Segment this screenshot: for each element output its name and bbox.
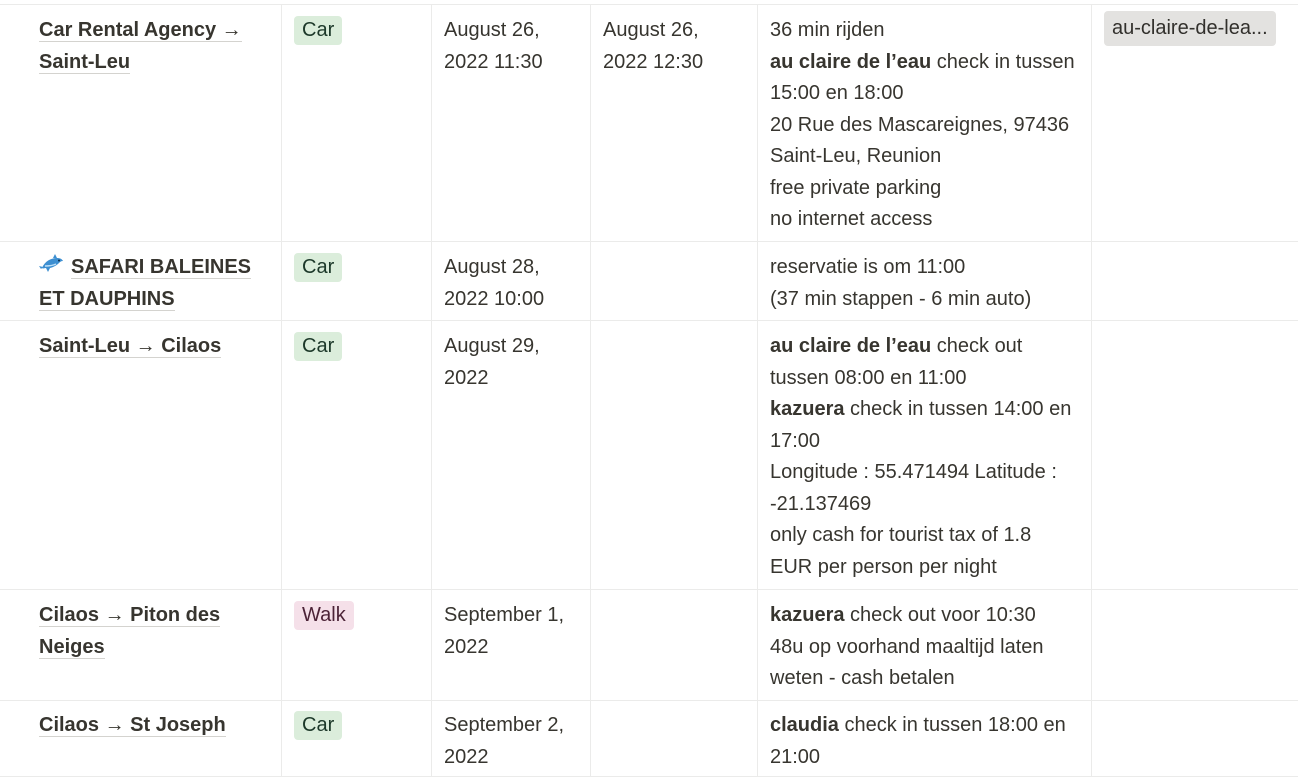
start-date: August 26, 2022 11:30 [444, 19, 543, 73]
itinerary-table: Car Rental Agency → Saint-Leu Car August… [0, 4, 1298, 777]
end-date-cell[interactable] [591, 701, 758, 776]
name-cell[interactable]: Cilaos → St Joseph [0, 701, 282, 776]
note-line: Longitude : 55.471494 Latitude : -21.137… [770, 457, 1079, 520]
end-date-cell[interactable] [591, 321, 758, 589]
name-cell[interactable]: SAFARI BALEINES ET DAUPHINS [0, 242, 282, 320]
start-date-cell[interactable]: August 28, 2022 10:00 [432, 242, 591, 320]
end-date-cell[interactable] [591, 242, 758, 320]
note-text: check out voor 10:30 [844, 604, 1036, 626]
type-tag[interactable]: Walk [294, 601, 354, 630]
note-line: kazuera check out voor 10:30 [770, 600, 1079, 632]
start-date-cell[interactable]: September 1, 2022 [432, 590, 591, 700]
type-tag[interactable]: Car [294, 16, 343, 45]
name-cell[interactable]: Cilaos → Piton des Neiges [0, 590, 282, 700]
relation-cell[interactable] [1092, 321, 1298, 589]
relation-cell[interactable] [1092, 701, 1298, 776]
table-row[interactable]: Cilaos → St Joseph Car September 2, 2022… [0, 701, 1298, 777]
row-title-link[interactable]: Car Rental Agency → Saint-Leu [39, 19, 242, 74]
row-title-link[interactable]: SAFARI BALEINES ET DAUPHINS [39, 256, 252, 311]
type-cell[interactable]: Car [282, 242, 432, 320]
name-cell[interactable]: Saint-Leu → Cilaos [0, 321, 282, 589]
note-line: reservatie is om 11:00 [770, 252, 1079, 284]
table-row[interactable]: Cilaos → Piton des Neiges Walk September… [0, 590, 1298, 701]
notes-cell[interactable]: kazuera check out voor 10:30 48u op voor… [758, 590, 1092, 700]
end-date-cell[interactable]: August 26, 2022 12:30 [591, 5, 758, 241]
table-row[interactable]: Car Rental Agency → Saint-Leu Car August… [0, 5, 1298, 242]
notes-cell[interactable]: claudia check in tussen 18:00 en 21:00 [758, 701, 1092, 776]
type-tag[interactable]: Car [294, 253, 343, 282]
note-bold: kazuera [770, 398, 845, 420]
note-text: no internet access [770, 208, 933, 230]
note-text: 20 Rue des Mascareignes, 97436 Saint-Leu… [770, 113, 1070, 168]
relation-tag[interactable]: au-claire-de-lea... [1104, 11, 1276, 46]
end-date: August 26, 2022 12:30 [603, 19, 704, 73]
note-line: (37 min stappen - 6 min auto) [770, 284, 1079, 316]
note-line: no internet access [770, 204, 1079, 236]
start-date: August 29, 2022 [444, 335, 540, 389]
note-bold: claudia [770, 714, 839, 736]
note-line: 20 Rue des Mascareignes, 97436 Saint-Leu… [770, 110, 1079, 173]
note-text: 36 min rijden [770, 19, 885, 41]
start-date-cell[interactable]: August 29, 2022 [432, 321, 591, 589]
row-title-link[interactable]: Saint-Leu → Cilaos [39, 335, 222, 358]
row-title-link[interactable]: Cilaos → St Joseph [39, 714, 226, 737]
note-line: au claire de l’eau check in tussen 15:00… [770, 47, 1079, 110]
table-row[interactable]: Saint-Leu → Cilaos Car August 29, 2022 a… [0, 321, 1298, 590]
start-date-cell[interactable]: August 26, 2022 11:30 [432, 5, 591, 241]
row-title-link[interactable]: Cilaos → Piton des Neiges [39, 604, 221, 659]
note-line: only cash for tourist tax of 1.8 EUR per… [770, 520, 1079, 583]
type-cell[interactable]: Car [282, 701, 432, 776]
note-text: Longitude : 55.471494 Latitude : -21.137… [770, 461, 1057, 515]
note-line: 48u op voorhand maaltijd laten weten - c… [770, 632, 1079, 695]
relation-cell[interactable] [1092, 242, 1298, 320]
notes-cell[interactable]: 36 min rijden au claire de l’eau check i… [758, 5, 1092, 241]
note-line: kazuera check in tussen 14:00 en 17:00 [770, 394, 1079, 457]
note-text: reservatie is om 11:00 [770, 256, 966, 278]
dolphin-icon [39, 254, 63, 272]
relation-cell[interactable]: au-claire-de-lea... [1092, 5, 1298, 241]
name-cell[interactable]: Car Rental Agency → Saint-Leu [0, 5, 282, 241]
note-text: free private parking [770, 176, 942, 199]
end-date-cell[interactable] [591, 590, 758, 700]
note-line: au claire de l’eau check out tussen 08:0… [770, 331, 1079, 394]
start-date: September 2, 2022 [444, 714, 565, 768]
type-cell[interactable]: Walk [282, 590, 432, 700]
note-bold: kazuera [770, 604, 845, 626]
type-cell[interactable]: Car [282, 321, 432, 589]
type-cell[interactable]: Car [282, 5, 432, 241]
relation-cell[interactable] [1092, 590, 1298, 700]
note-text: 48u op voorhand maaltijd laten weten - c… [770, 635, 1044, 690]
start-date: September 1, 2022 [444, 604, 565, 658]
notes-cell[interactable]: au claire de l’eau check out tussen 08:0… [758, 321, 1092, 589]
note-bold: au claire de l’eau [770, 335, 932, 357]
start-date: August 28, 2022 10:00 [444, 256, 545, 310]
notes-cell[interactable]: reservatie is om 11:00 (37 min stappen -… [758, 242, 1092, 320]
note-bold: au claire de l’eau [770, 50, 932, 73]
type-tag[interactable]: Car [294, 332, 343, 361]
type-tag[interactable]: Car [294, 711, 343, 740]
start-date-cell[interactable]: September 2, 2022 [432, 701, 591, 776]
note-line: 36 min rijden [770, 15, 1079, 47]
note-text: only cash for tourist tax of 1.8 EUR per… [770, 524, 1032, 578]
note-line: free private parking [770, 173, 1079, 205]
note-line: claudia check in tussen 18:00 en 21:00 [770, 710, 1079, 773]
table-row[interactable]: SAFARI BALEINES ET DAUPHINS Car August 2… [0, 242, 1298, 321]
note-text: (37 min stappen - 6 min auto) [770, 287, 1032, 310]
